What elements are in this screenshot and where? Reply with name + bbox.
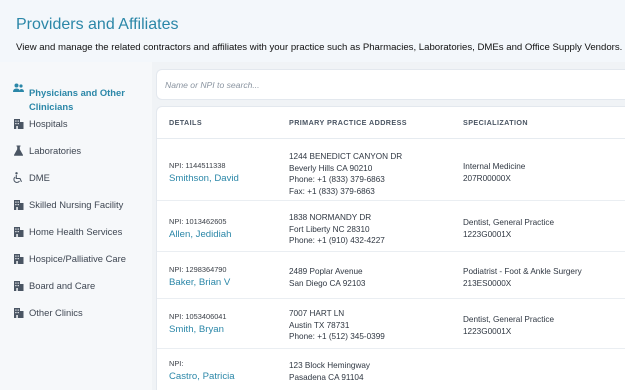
address-line: 2489 Poplar Avenue (289, 267, 363, 276)
sidebar-item-label: Laboratories (29, 145, 82, 156)
column-header-address: PRIMARY PRACTICE ADDRESS (289, 118, 407, 127)
sidebar-item-label: DME (29, 172, 50, 183)
wheelchair-icon (12, 171, 24, 183)
sidebar-item-label: Physicians and Other Clinicians (29, 87, 125, 112)
npi-label: NPI: 1144511338 (169, 161, 226, 170)
sidebar-item-hospice[interactable]: Hospice/Palliative Care (0, 250, 152, 268)
sidebar-item-laboratories[interactable]: Laboratories (0, 142, 152, 160)
practice-address: 2489 Poplar Avenue San Diego CA 92103 (289, 266, 365, 289)
address-line: 1244 BENEDICT CANYON DR (289, 152, 403, 161)
column-header-details: DETAILS (169, 118, 203, 127)
practice-address: 1244 BENEDICT CANYON DR Beverly Hills CA… (289, 151, 402, 197)
practice-address: 7007 HART LN Austin TX 78731 Phone: +1 (… (289, 308, 385, 343)
npi-label: NPI: 1053406041 (169, 312, 227, 321)
sidebar-item-other-clinics[interactable]: Other Clinics (0, 304, 152, 322)
table-row: NPI: 1298364790 Baker, Brian V 2489 Popl… (157, 252, 625, 298)
specialization: Internal Medicine 207R00000X (463, 161, 525, 184)
address-line: Fax: +1 (833) 379-6863 (289, 186, 375, 196)
table-row: NPI: Castro, Patricia 123 Block Hemingwa… (157, 349, 625, 390)
sidebar-item-label: Board and Care (29, 280, 96, 291)
sidebar-item-physicians[interactable]: Physicians and Other Clinicians (0, 74, 152, 112)
sidebar-item-skilled-nursing[interactable]: Skilled Nursing Facility (0, 196, 152, 214)
taxonomy-code: 1223G0001X (463, 326, 512, 336)
page-header: Providers and Affiliates View and manage… (0, 0, 625, 62)
specialization-name: Dentist, General Practice (463, 218, 555, 227)
sidebar-item-label: Home Health Services (29, 226, 123, 237)
table-row: NPI: 1144511338 Smithson, David 1244 BEN… (157, 139, 625, 200)
practice-address: 123 Block Hemingway Pasadena CA 91104 (289, 360, 370, 383)
building-icon (12, 279, 24, 291)
table-row: NPI: 1013462605 Allen, Jedidiah 1838 NOR… (157, 201, 625, 251)
page-title: Providers and Affiliates (16, 16, 179, 33)
npi-label: NPI: 1298364790 (169, 265, 227, 274)
provider-name-link[interactable]: Smith, Bryan (169, 324, 224, 335)
sidebar-item-label: Hospitals (29, 118, 68, 129)
search-input[interactable] (165, 76, 605, 94)
practice-address: 1838 NORMANDY DR Fort Liberty NC 28310 P… (289, 212, 385, 247)
taxonomy-code: 207R00000X (463, 173, 511, 183)
sidebar-item-label: Hospice/Palliative Care (29, 253, 126, 264)
building-icon (12, 117, 24, 129)
taxonomy-code: 213ES0000X (463, 278, 512, 288)
address-line: 123 Block Hemingway (289, 361, 371, 370)
address-line: Phone: +1 (512) 345-0399 (289, 332, 385, 342)
specialization-name: Internal Medicine (463, 162, 526, 171)
specialization-name: Podiatrist - Foot & Ankle Surgery (463, 267, 582, 276)
address-line: Pasadena CA 91104 (289, 372, 364, 382)
building-icon (12, 306, 24, 318)
main-panel: DETAILS PRIMARY PRACTICE ADDRESS SPECIAL… (152, 62, 625, 390)
building-icon (12, 225, 24, 237)
provider-name-link[interactable]: Smithson, David (169, 173, 239, 184)
building-icon (12, 198, 24, 210)
sidebar: Physicians and Other Clinicians Hospital… (0, 62, 152, 390)
specialization: Dentist, General Practice 1223G0001X (463, 217, 554, 240)
address-line: San Diego CA 92103 (289, 278, 366, 288)
people-icon (12, 82, 24, 94)
column-header-specialization: SPECIALIZATION (463, 118, 528, 127)
sidebar-item-label: Skilled Nursing Facility (29, 199, 124, 210)
address-line: Fort Liberty NC 28310 (289, 224, 370, 234)
taxonomy-code: 1223G0001X (463, 229, 512, 239)
address-line: Austin TX 78731 (289, 320, 350, 330)
building-icon (12, 252, 24, 264)
address-line: Phone: +1 (833) 379-6863 (289, 175, 385, 185)
address-line: Phone: +1 (910) 432-4227 (289, 236, 385, 246)
specialization: Dentist, General Practice 1223G0001X (463, 314, 554, 337)
page-subtitle: View and manage the related contractors … (16, 42, 623, 53)
provider-name-link[interactable]: Baker, Brian V (169, 277, 230, 288)
sidebar-item-board-and-care[interactable]: Board and Care (0, 277, 152, 295)
search-box (156, 69, 625, 100)
address-line: 1838 NORMANDY DR (289, 213, 372, 222)
sidebar-item-dme[interactable]: DME (0, 169, 152, 187)
provider-name-link[interactable]: Castro, Patricia (169, 371, 235, 382)
sidebar-item-label: Other Clinics (29, 307, 83, 318)
provider-name-link[interactable]: Allen, Jedidiah (169, 229, 231, 240)
table-row: NPI: 1053406041 Smith, Bryan 7007 HART L… (157, 299, 625, 348)
npi-label: NPI: 1013462605 (169, 217, 227, 226)
specialization-name: Dentist, General Practice (463, 315, 555, 324)
flask-icon (12, 144, 24, 156)
specialization: Podiatrist - Foot & Ankle Surgery 213ES0… (463, 266, 582, 289)
sidebar-item-hospitals[interactable]: Hospitals (0, 115, 152, 133)
address-line: Beverly Hills CA 90210 (289, 163, 373, 173)
address-line: 7007 HART LN (289, 309, 345, 318)
npi-label: NPI: (169, 359, 184, 368)
sidebar-item-home-health[interactable]: Home Health Services (0, 223, 152, 241)
providers-table: DETAILS PRIMARY PRACTICE ADDRESS SPECIAL… (156, 106, 625, 390)
